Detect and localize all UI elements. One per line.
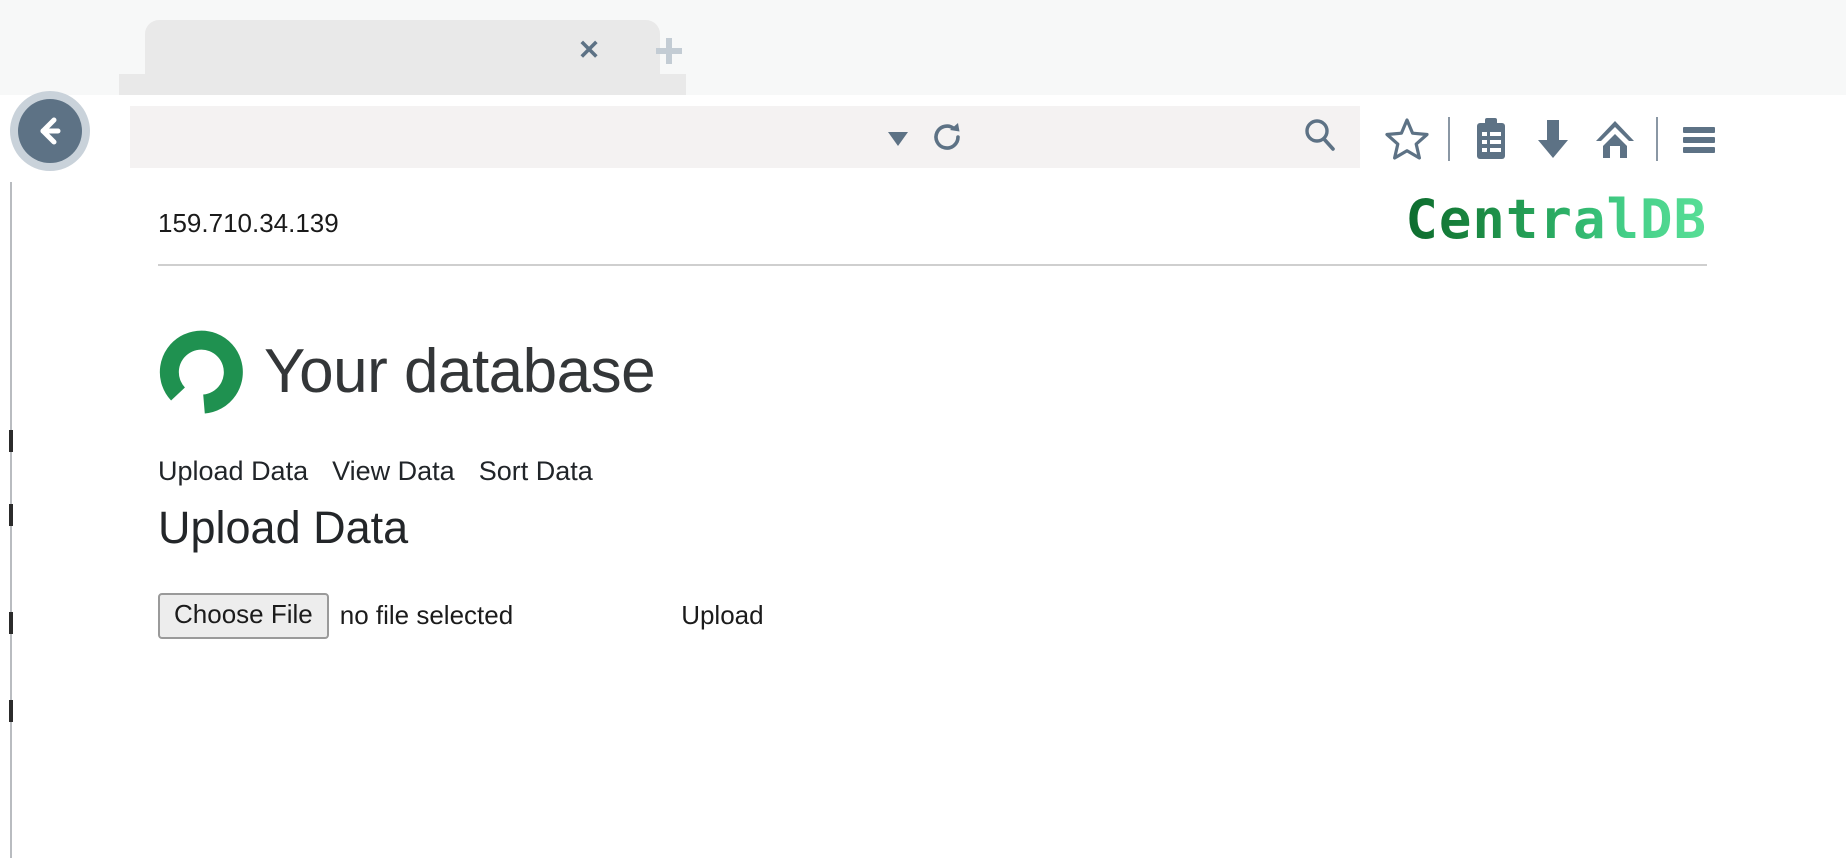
site-nav: Upload Data View Data Sort Data [158,456,1716,487]
server-ip-address: 159.710.34.139 [158,207,339,238]
tab-close-icon[interactable]: ✕ [575,36,603,64]
address-bar[interactable] [130,106,985,168]
chevron-down-icon[interactable] [881,120,915,154]
choose-file-button[interactable]: Choose File [158,593,329,639]
file-selection-status: no file selected [339,600,514,631]
menu-icon[interactable] [1672,112,1726,166]
site-header: 159.710.34.139 CentralDB [158,182,1707,266]
toolbar-separator [1448,116,1450,161]
browser-window: ✕ 159.710.34.139 CentralDB Your database… [0,0,1846,858]
tab-strip: ✕ [0,0,1846,100]
upload-button[interactable]: Upload [681,600,763,631]
search-bar[interactable] [985,106,1360,168]
nav-link-sort-data[interactable]: Sort Data [479,456,593,487]
reading-list-icon[interactable] [1464,112,1518,166]
back-button[interactable] [10,91,90,171]
new-tab-button[interactable] [652,34,686,68]
back-arrow-icon [18,99,82,163]
page-content: 159.710.34.139 CentralDB Your database U… [0,182,1846,858]
nav-link-upload-data[interactable]: Upload Data [158,456,308,487]
database-arc-icon [158,328,246,416]
file-input[interactable]: Choose File no file selected [158,593,513,639]
search-icon[interactable] [1300,115,1340,160]
home-icon[interactable] [1588,112,1642,166]
page-viewport: 159.710.34.139 CentralDB Your database U… [0,182,1846,858]
reload-icon[interactable] [927,117,967,157]
toolbar-icon-group [1380,95,1726,182]
toolbar-separator [1656,116,1658,161]
page-title: Upload Data [158,502,409,553]
hero-section: Your database [158,328,1716,416]
bookmark-star-icon[interactable] [1380,112,1434,166]
downloads-icon[interactable] [1526,112,1580,166]
brand-logo-text: CentralDB [1405,188,1707,251]
hero-title: Your database [264,337,656,406]
browser-toolbar [0,91,1846,182]
upload-form: Choose File no file selected Upload [158,593,1716,639]
nav-link-view-data[interactable]: View Data [332,456,455,487]
